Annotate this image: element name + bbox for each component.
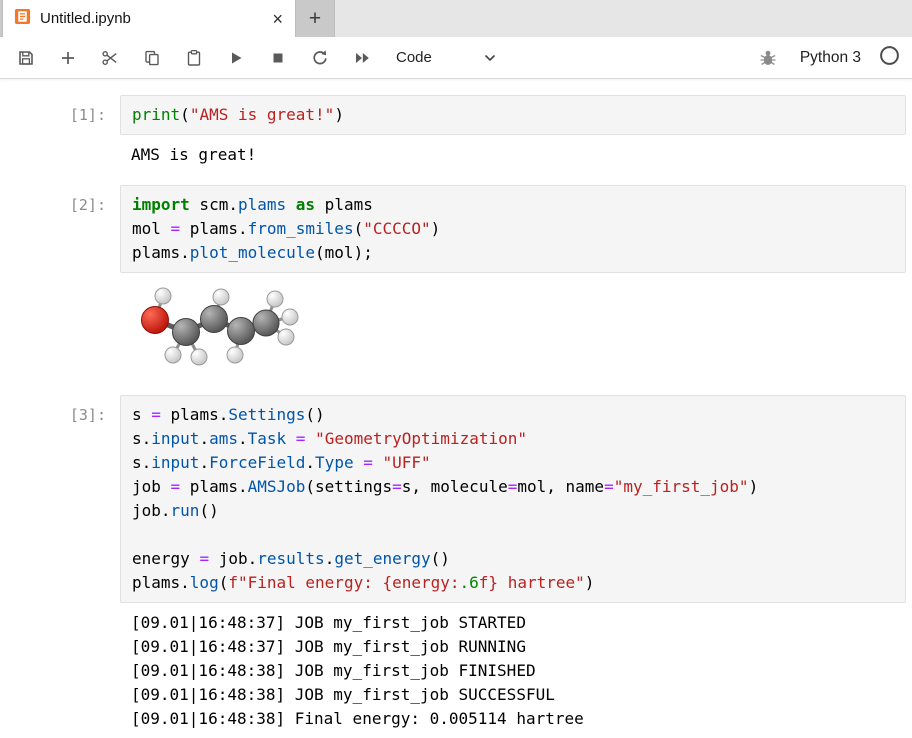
output-line: AMS is great! [131, 143, 895, 167]
code-block: import scm.plams as plamsmol = plams.fro… [132, 193, 894, 265]
stop-icon [269, 49, 287, 67]
copy-cells-button[interactable] [138, 44, 166, 72]
notebook-content: [1]:print("AMS is great!")AMS is great![… [0, 79, 912, 738]
paste-icon [185, 49, 203, 67]
code-line: s = plams.Settings() [132, 403, 894, 427]
molecule-image [131, 283, 299, 371]
cell-type-dropdown[interactable]: Code [390, 46, 502, 69]
code-block: print("AMS is great!") [132, 103, 894, 127]
notebook-toolbar: Code Python 3 [0, 37, 912, 79]
output-prompt [0, 135, 112, 143]
execution-count: [1]: [0, 95, 112, 127]
cell-type-value: Code [396, 49, 432, 66]
tab-bar: Untitled.ipynb × + [0, 0, 912, 37]
kernel-name[interactable]: Python 3 [800, 49, 861, 67]
save-button[interactable] [12, 44, 40, 72]
kernel-status-indicator[interactable] [879, 45, 900, 71]
output-line: [09.01|16:48:37] JOB my_first_job RUNNIN… [131, 635, 895, 659]
notebook-cell: [3]: s = plams.Settings()s.input.ams.Task… [0, 395, 912, 738]
code-line: s.input.ForceField.Type = "UFF" [132, 451, 894, 475]
cell-output-image [120, 273, 906, 385]
code-line: job = plams.AMSJob(settings=s, molecule=… [132, 475, 894, 499]
tab-untitled-ipynb[interactable]: Untitled.ipynb × [2, 0, 296, 37]
notebook-cell: [2]: import scm.plams as plamsmol = plams… [0, 185, 912, 385]
code-block: s = plams.Settings()s.input.ams.Task = "… [132, 403, 894, 595]
cell-output-row: [09.01|16:48:37] JOB my_first_job STARTE… [0, 603, 912, 738]
restart-icon [311, 49, 329, 67]
code-editor[interactable]: s = plams.Settings()s.input.ams.Task = "… [120, 395, 906, 603]
toolbar-right-group: Python 3 [754, 44, 900, 72]
output-prompt [0, 603, 112, 611]
cell-output: [09.01|16:48:37] JOB my_first_job STARTE… [120, 603, 906, 738]
tab-title: Untitled.ipynb [40, 10, 261, 27]
code-line: plams.log(f"Final energy: {energy:.6f} h… [132, 571, 894, 595]
code-line: plams.plot_molecule(mol); [132, 241, 894, 265]
restart-kernel-button[interactable] [306, 44, 334, 72]
code-editor[interactable]: import scm.plams as plamsmol = plams.fro… [120, 185, 906, 273]
output-prompt [0, 273, 112, 281]
code-line: import scm.plams as plams [132, 193, 894, 217]
output-text: AMS is great! [131, 143, 895, 167]
tab-close-icon[interactable]: × [270, 10, 285, 28]
output-line: [09.01|16:48:38] JOB my_first_job SUCCES… [131, 683, 895, 707]
app-window: Untitled.ipynb × + [0, 0, 912, 738]
cut-cells-button[interactable] [96, 44, 124, 72]
code-line [132, 523, 894, 547]
new-tab-button[interactable]: + [296, 0, 334, 37]
code-editor[interactable]: print("AMS is great!") [120, 95, 906, 135]
notebook-cell: [1]: print("AMS is great!") AMS is great! [0, 95, 912, 175]
cell-input-row: [3]: s = plams.Settings()s.input.ams.Task… [0, 395, 912, 603]
output-line: [09.01|16:48:38] JOB my_first_job FINISH… [131, 659, 895, 683]
restart-run-all-button[interactable] [348, 44, 376, 72]
code-line: print("AMS is great!") [132, 103, 894, 127]
code-line: job.run() [132, 499, 894, 523]
plus-icon [59, 49, 77, 67]
bug-icon [758, 48, 778, 68]
tab-strip: Untitled.ipynb × + [0, 0, 335, 37]
cell-input-row: [2]: import scm.plams as plamsmol = plams… [0, 185, 912, 273]
code-line: mol = plams.from_smiles("CCCCO") [132, 217, 894, 241]
cell-output: AMS is great! [120, 135, 906, 175]
kernel-idle-circle-icon [879, 45, 900, 66]
run-cell-button[interactable] [222, 44, 250, 72]
output-line: [09.01|16:48:38] Final energy: 0.005114 … [131, 707, 895, 731]
insert-cell-button[interactable] [54, 44, 82, 72]
cell-list: [1]:print("AMS is great!")AMS is great![… [0, 95, 912, 738]
code-line: s.input.ams.Task = "GeometryOptimization… [132, 427, 894, 451]
copy-icon [143, 49, 161, 67]
output-text: [09.01|16:48:37] JOB my_first_job STARTE… [131, 611, 895, 731]
execution-count: [2]: [0, 185, 112, 217]
scissors-icon [101, 49, 119, 67]
chevron-down-icon [484, 49, 496, 66]
save-icon [17, 49, 35, 67]
output-line: [09.01|16:48:37] JOB my_first_job STARTE… [131, 611, 895, 635]
notebook-file-icon [14, 8, 31, 30]
run-icon [227, 49, 245, 67]
debugger-button[interactable] [754, 44, 782, 72]
execution-count: [3]: [0, 395, 112, 427]
code-line: energy = job.results.get_energy() [132, 547, 894, 571]
cell-output-row: AMS is great! [0, 135, 912, 175]
cell-output-row [0, 273, 912, 385]
cell-input-row: [1]: print("AMS is great!") [0, 95, 912, 135]
paste-cells-button[interactable] [180, 44, 208, 72]
fast-forward-icon [353, 49, 372, 67]
interrupt-kernel-button[interactable] [264, 44, 292, 72]
